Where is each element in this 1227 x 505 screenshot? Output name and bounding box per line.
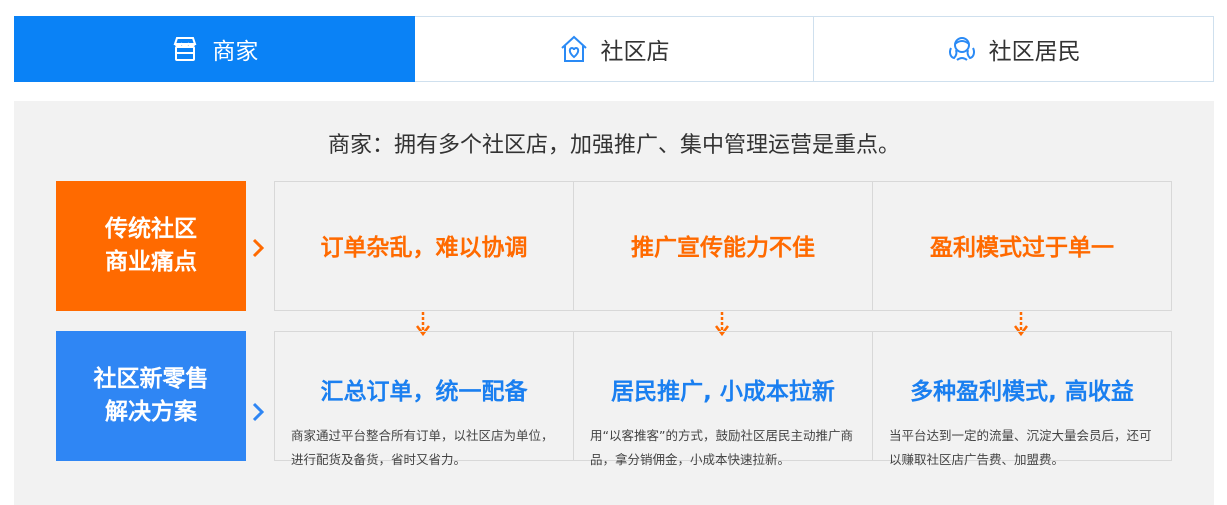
- solution-cell: 汇总订单，统一配备 商家通过平台整合所有订单，以社区店为单位，进行配货及备货，省…: [275, 332, 573, 467]
- solution-title: 居民推广, 小成本拉新: [611, 379, 835, 405]
- pain-point-text: 盈利模式过于单一: [930, 235, 1114, 261]
- pain-points-label: 传统社区 商业痛点: [56, 181, 246, 311]
- solution-title: 汇总订单，统一配备: [320, 379, 528, 405]
- tab-residents[interactable]: 社区居民: [814, 16, 1215, 82]
- pain-points-grid: 订单杂乱，难以协调 推广宣传能力不佳 盈利模式过于单一: [274, 181, 1172, 311]
- solution-description: 用“以客推客”的方式，鼓励社区居民主动推广商品，拿分销佣金，小成本快速拉新。: [590, 428, 853, 467]
- solutions-grid: 汇总订单，统一配备 商家通过平台整合所有订单，以社区店为单位，进行配货及备货，省…: [274, 331, 1172, 467]
- content-panel: 商家：拥有多个社区店，加强推广、集中管理运营是重点。 传统社区 商业痛点 社区新…: [14, 101, 1214, 505]
- solution-cell: 居民推广, 小成本拉新 用“以客推客”的方式，鼓励社区居民主动推广商品，拿分销佣…: [573, 332, 872, 467]
- role-tabs: 商家 社区店 社区居民: [14, 16, 1215, 82]
- tab-residents-label: 社区居民: [988, 39, 1081, 65]
- solution-description: 商家通过平台整合所有订单，以社区店为单位，进行配货及备货，省时又省力。: [291, 428, 554, 467]
- solutions-label: 社区新零售 解决方案: [56, 331, 246, 461]
- tab-community-store-label: 社区店: [600, 39, 670, 65]
- chevron-right-icon: [252, 238, 265, 258]
- chevron-right-icon: [252, 402, 265, 422]
- store-icon: [170, 34, 200, 64]
- solution-title: 多种盈利模式, 高收益: [910, 379, 1134, 405]
- home-heart-icon: [559, 34, 589, 64]
- pain-point-text: 推广宣传能力不佳: [631, 235, 815, 261]
- panel-headline: 商家：拥有多个社区店，加强推广、集中管理运营是重点。: [327, 133, 900, 158]
- solution-description: 当平台达到一定的流量、沉淀大量会员后，还可以赚取社区店广告费、加盟费。: [889, 428, 1152, 467]
- tab-community-store[interactable]: 社区店: [414, 16, 815, 82]
- tab-merchant-label: 商家: [212, 39, 259, 65]
- pain-point-cell: 推广宣传能力不佳: [573, 182, 872, 310]
- pain-point-text: 订单杂乱，难以协调: [320, 235, 528, 261]
- tab-merchant[interactable]: 商家: [14, 16, 415, 82]
- pain-point-cell: 盈利模式过于单一: [872, 182, 1171, 310]
- pain-point-cell: 订单杂乱，难以协调: [275, 182, 573, 310]
- solution-cell: 多种盈利模式, 高收益 当平台达到一定的流量、沉淀大量会员后，还可以赚取社区店广…: [872, 332, 1171, 467]
- residents-icon: [947, 34, 977, 64]
